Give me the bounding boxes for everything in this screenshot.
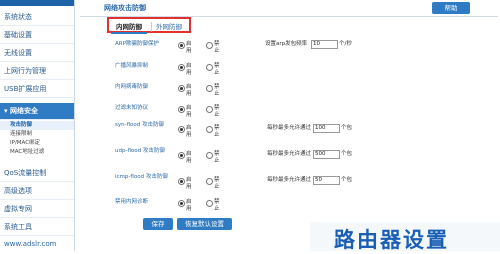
radio-enable-label: 启用 xyxy=(186,177,192,190)
sidebar-subitem-ipmac-bind[interactable]: IP/MAC绑定 xyxy=(0,139,74,148)
radio-disable[interactable] xyxy=(206,64,213,71)
radio-enable-label: 启用 xyxy=(186,105,192,118)
extra-prefix: 设置arp发包频率 xyxy=(265,41,308,47)
radio-disable-label: 禁止 xyxy=(214,199,220,212)
radio-enable-label: 启用 xyxy=(186,84,192,97)
sidebar-item-usb[interactable]: USB扩展应用 xyxy=(0,81,74,98)
radio-enable[interactable] xyxy=(178,106,185,113)
sidebar-subitem-connection-limit[interactable]: 连接限制 xyxy=(0,130,74,139)
radio-enable-label: 启用 xyxy=(186,41,192,54)
radio-enable-label: 启用 xyxy=(186,125,192,138)
radio-disable[interactable] xyxy=(206,126,213,133)
sidebar-item-behavior[interactable]: 上网行为管理 xyxy=(0,63,74,80)
setting-label: 广播风暴抑制 xyxy=(115,63,149,69)
footer-url[interactable]: www.adslr.com xyxy=(0,236,74,253)
setting-label: 禁用内网诊断 xyxy=(115,199,149,205)
tab-lan-defense[interactable]: 内网防御 xyxy=(111,22,147,34)
radio-disable[interactable] xyxy=(206,42,213,49)
sidebar-item-wireless[interactable]: 无线设置 xyxy=(0,45,74,62)
sidebar-item-qos[interactable]: QoS流量控制 xyxy=(0,165,74,182)
sidebar-item-label: 网络安全 xyxy=(9,107,38,115)
title-bar: 网络攻击防御 帮助 xyxy=(80,2,498,17)
radio-disable-label: 禁止 xyxy=(214,105,220,118)
help-button[interactable]: 帮助 xyxy=(432,2,470,14)
sidebar-item-vpn[interactable]: 虚拟专网 xyxy=(0,201,74,218)
radio-disable[interactable] xyxy=(206,178,213,185)
radio-disable-label: 禁止 xyxy=(214,151,220,164)
sidebar-item-status[interactable]: 系统状态 xyxy=(0,9,74,26)
radio-disable-label: 禁止 xyxy=(214,177,220,190)
radio-enable[interactable] xyxy=(178,152,185,159)
radio-disable-label: 禁止 xyxy=(214,84,220,97)
tab-group: 内网防御 外网防御 xyxy=(107,17,191,34)
extra-suffix: 个/秒 xyxy=(339,41,352,47)
sidebar-item-security[interactable]: ▾ 网络安全 xyxy=(0,103,74,120)
save-button[interactable]: 保存 xyxy=(143,218,173,230)
extra-suffix: 个包 xyxy=(341,177,353,183)
icmp-limit-input[interactable]: 50 xyxy=(313,176,340,185)
logo-bar xyxy=(0,0,74,6)
radio-enable[interactable] xyxy=(178,200,185,207)
extra-prefix: 每秒最多允许通过 xyxy=(267,177,312,183)
radio-enable[interactable] xyxy=(178,126,185,133)
tab-wan-defense[interactable]: 外网防御 xyxy=(151,22,186,32)
extra-suffix: 个包 xyxy=(341,125,353,131)
udp-limit-input[interactable]: 500 xyxy=(313,150,340,159)
radio-enable-label: 启用 xyxy=(186,63,192,76)
extra-prefix: 每秒最多允许通过 xyxy=(267,151,312,157)
arp-rate-input[interactable]: 10 xyxy=(311,40,338,49)
setting-label: 过滤未知协议 xyxy=(115,105,149,111)
sidebar: 系统状态 基础设置 无线设置 上网行为管理 USB扩展应用 ▾ 网络安全 攻击防… xyxy=(0,0,75,251)
radio-enable[interactable] xyxy=(178,42,185,49)
page-title: 网络攻击防御 xyxy=(104,4,146,12)
radio-disable-label: 禁止 xyxy=(214,63,220,76)
sidebar-item-basic[interactable]: 基础设置 xyxy=(0,27,74,44)
sidebar-subitem-mac-filter[interactable]: MAC地址过滤 xyxy=(0,148,74,157)
setting-label: 内网病毒防御 xyxy=(115,84,149,90)
restore-defaults-button[interactable]: 恢复默认设置 xyxy=(177,218,232,230)
radio-disable[interactable] xyxy=(206,152,213,159)
radio-enable[interactable] xyxy=(178,64,185,71)
radio-disable[interactable] xyxy=(206,106,213,113)
sidebar-subitem-attack-defense[interactable]: 攻击防御 xyxy=(0,121,74,130)
extra-prefix: 每秒最多允许通过 xyxy=(267,125,312,131)
setting-label: udp-flood 攻击防御 xyxy=(115,148,165,154)
syn-limit-input[interactable]: 100 xyxy=(313,124,340,133)
setting-label: ARP欺骗防御保护 xyxy=(115,41,159,47)
radio-enable[interactable] xyxy=(178,178,185,185)
sidebar-item-advanced[interactable]: 高级选项 xyxy=(0,183,74,200)
sidebar-item-tools[interactable]: 系统工具 xyxy=(0,219,74,236)
radio-disable-label: 禁止 xyxy=(214,41,220,54)
radio-disable[interactable] xyxy=(206,85,213,92)
radio-disable-label: 禁止 xyxy=(214,125,220,138)
setting-label: icmp-flood 攻击防御 xyxy=(115,174,168,180)
radio-enable-label: 启用 xyxy=(186,199,192,212)
watermark: 路由器设置 xyxy=(334,228,449,252)
radio-enable-label: 启用 xyxy=(186,151,192,164)
radio-enable[interactable] xyxy=(178,85,185,92)
extra-suffix: 个包 xyxy=(341,151,353,157)
radio-disable[interactable] xyxy=(206,200,213,207)
setting-label: syn-flood 攻击防御 xyxy=(115,122,165,128)
main-panel: 网络攻击防御 帮助 内网防御 外网防御 ARP欺骗防御保护 启用 禁止 设置ar… xyxy=(80,0,500,251)
